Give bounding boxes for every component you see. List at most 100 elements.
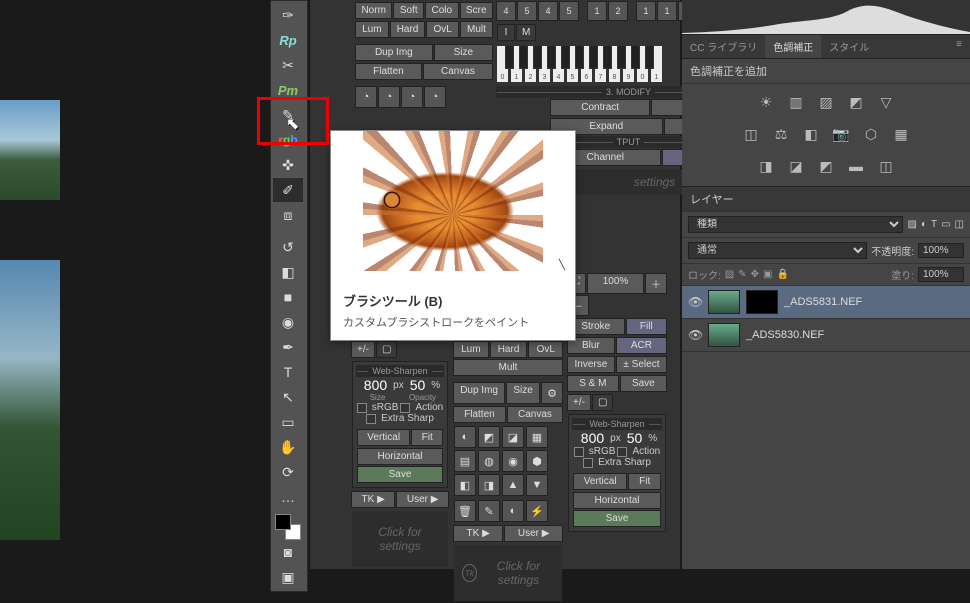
srgb-checkbox-b[interactable] — [574, 447, 584, 457]
gradient-tool[interactable]: ■ — [273, 285, 303, 309]
filter-smart-icon[interactable]: ◫ — [955, 219, 964, 230]
visibility-toggle[interactable]: 👁 — [688, 328, 702, 342]
flatten-button-b[interactable]: Flatten — [453, 406, 506, 423]
click-settings-a[interactable]: Click forsettings — [352, 511, 448, 567]
lum-button[interactable]: Lum — [453, 341, 489, 358]
layer-mask-thumbnail[interactable] — [746, 290, 778, 314]
blend-norm-button[interactable]: Norm — [355, 2, 392, 19]
blend-hard-button[interactable]: Hard — [390, 21, 426, 38]
tab-styles[interactable]: スタイル — [821, 35, 877, 58]
pen-tool[interactable]: ✒ — [273, 335, 303, 359]
adj-icon[interactable]: ◐ — [454, 426, 476, 448]
eyedropper-tool[interactable]: ✎ — [273, 103, 303, 127]
spot-healing-tool[interactable]: ✜ — [273, 153, 303, 177]
adj-icon[interactable]: ◍ — [478, 450, 500, 472]
circle-preset-2[interactable]: ◔ — [378, 86, 400, 108]
srgb-checkbox[interactable] — [357, 403, 367, 413]
tk-button-b[interactable]: TK ▶ — [453, 525, 503, 542]
lock-icon[interactable]: 🔒 — [776, 269, 788, 280]
vertical-button[interactable]: Vertical — [357, 429, 410, 446]
quick-mask-toggle[interactable]: ◙ — [273, 540, 303, 564]
brightness-icon[interactable]: ☀ — [756, 94, 776, 110]
ws-px-b[interactable]: 800 — [577, 430, 608, 446]
blend-mode-select[interactable]: 通常 — [688, 242, 867, 259]
adj-icon[interactable]: ◨ — [478, 474, 500, 496]
filter-image-icon[interactable]: ▨ — [907, 219, 916, 230]
zoom-in-button[interactable]: ＋ — [645, 273, 667, 294]
canvas-button[interactable]: Canvas — [423, 63, 493, 80]
clone-stamp-tool[interactable]: ⧈ — [273, 203, 303, 227]
layer-row[interactable]: 👁 _ADS5831.NEF — [682, 286, 970, 319]
crop-tool[interactable]: ✂ — [273, 53, 303, 77]
blend-scre-button[interactable]: Scre — [460, 2, 493, 19]
fill-button[interactable]: Fill — [626, 318, 667, 335]
mult-button[interactable]: Mult — [453, 359, 563, 376]
rectangle-tool[interactable]: ▭ — [273, 410, 303, 434]
adj-icon[interactable]: ◧ — [454, 474, 476, 496]
bolt-icon[interactable]: ⚡ — [526, 500, 548, 522]
photo-filter-icon[interactable]: 📷 — [831, 126, 851, 142]
adj-icon[interactable]: ◪ — [502, 426, 524, 448]
ws-px[interactable]: 800 — [360, 377, 391, 393]
ws-pct-b[interactable]: 50 — [623, 430, 647, 446]
circle-preset-1[interactable]: ◔ — [355, 86, 377, 108]
ovl-button[interactable]: OvL — [528, 341, 563, 358]
layer-name[interactable]: _ADS5830.NEF — [746, 329, 824, 341]
filter-shape-icon[interactable]: ▭ — [941, 219, 950, 230]
save-button-c[interactable]: Save — [573, 510, 661, 527]
user-button[interactable]: User ▶ — [396, 491, 449, 508]
num-cell[interactable]: 4 — [538, 1, 558, 21]
tab-adjustments[interactable]: 色調補正 — [765, 35, 821, 58]
invert-icon[interactable]: ◨ — [756, 158, 776, 174]
gradient-map-icon[interactable]: ▬ — [846, 158, 866, 174]
size-button[interactable]: Size — [434, 44, 493, 61]
path-select-tool[interactable]: ↖ — [273, 385, 303, 409]
channel-mixer-icon[interactable]: ⬡ — [861, 126, 881, 142]
curves-icon[interactable]: ▨ — [816, 94, 836, 110]
lookup-icon[interactable]: ▦ — [891, 126, 911, 142]
action-checkbox[interactable] — [400, 403, 410, 413]
flatten-button[interactable]: Flatten — [355, 63, 422, 80]
filter-type-icon[interactable]: T — [931, 219, 937, 230]
lock-all-icon[interactable]: ▨ — [725, 269, 734, 280]
vertical-button-b[interactable]: Vertical — [573, 473, 627, 490]
plus-minus-button-b[interactable]: +/- — [567, 394, 591, 411]
circle-preset-4[interactable]: ◔ — [424, 86, 446, 108]
horizontal-button-b[interactable]: Horizontal — [573, 492, 661, 509]
trash-icon[interactable]: 🗑 — [454, 500, 476, 522]
num-cell[interactable]: 4 — [496, 1, 516, 21]
adj-icon[interactable]: ▦ — [526, 426, 548, 448]
zoom-100-button[interactable]: 100% — [587, 273, 644, 294]
mask-icon[interactable]: ◐ — [502, 500, 524, 522]
num-cell[interactable]: 1 — [587, 1, 607, 21]
layer-thumbnail[interactable] — [708, 323, 740, 347]
lock-artboard-icon[interactable]: ▣ — [763, 269, 772, 280]
num-cell[interactable]: 5 — [559, 1, 579, 21]
adj-icon[interactable]: ▲ — [502, 474, 524, 496]
num-cell[interactable]: 1 — [657, 1, 677, 21]
hand-tool[interactable]: ✋ — [273, 435, 303, 459]
color-balance-icon[interactable]: ⚖ — [771, 126, 791, 142]
panel-menu-icon[interactable]: ≡ — [948, 35, 970, 58]
rotate-view-tool[interactable]: ⟳ — [273, 460, 303, 484]
lock-move-icon[interactable]: ✥ — [751, 269, 759, 280]
size-button-b[interactable]: Size — [506, 382, 540, 404]
more-tools[interactable]: … — [273, 485, 303, 509]
m-button[interactable]: M — [516, 24, 536, 41]
blend-ovl-button[interactable]: OvL — [426, 21, 459, 38]
circle-preset-3[interactable]: ◔ — [401, 86, 423, 108]
input-button[interactable]: ▢ — [376, 341, 397, 358]
type-tool[interactable]: T — [273, 360, 303, 384]
extra-sharp-checkbox[interactable] — [366, 414, 376, 424]
hue-sat-icon[interactable]: ◫ — [741, 126, 761, 142]
blend-mult-button[interactable]: Mult — [460, 21, 493, 38]
contract-button[interactable]: Contract — [550, 99, 650, 116]
layer-row[interactable]: 👁 _ADS5830.NEF — [682, 319, 970, 352]
tk-button[interactable]: TK ▶ — [351, 491, 395, 508]
exposure-icon[interactable]: ◩ — [846, 94, 866, 110]
adj-icon[interactable]: ▼ — [526, 474, 548, 496]
dup-img-button-b[interactable]: Dup Img — [453, 382, 505, 404]
blend-soft-button[interactable]: Soft — [393, 2, 424, 19]
extra-sharp-checkbox-b[interactable] — [583, 458, 593, 468]
opacity-input[interactable] — [918, 243, 964, 258]
